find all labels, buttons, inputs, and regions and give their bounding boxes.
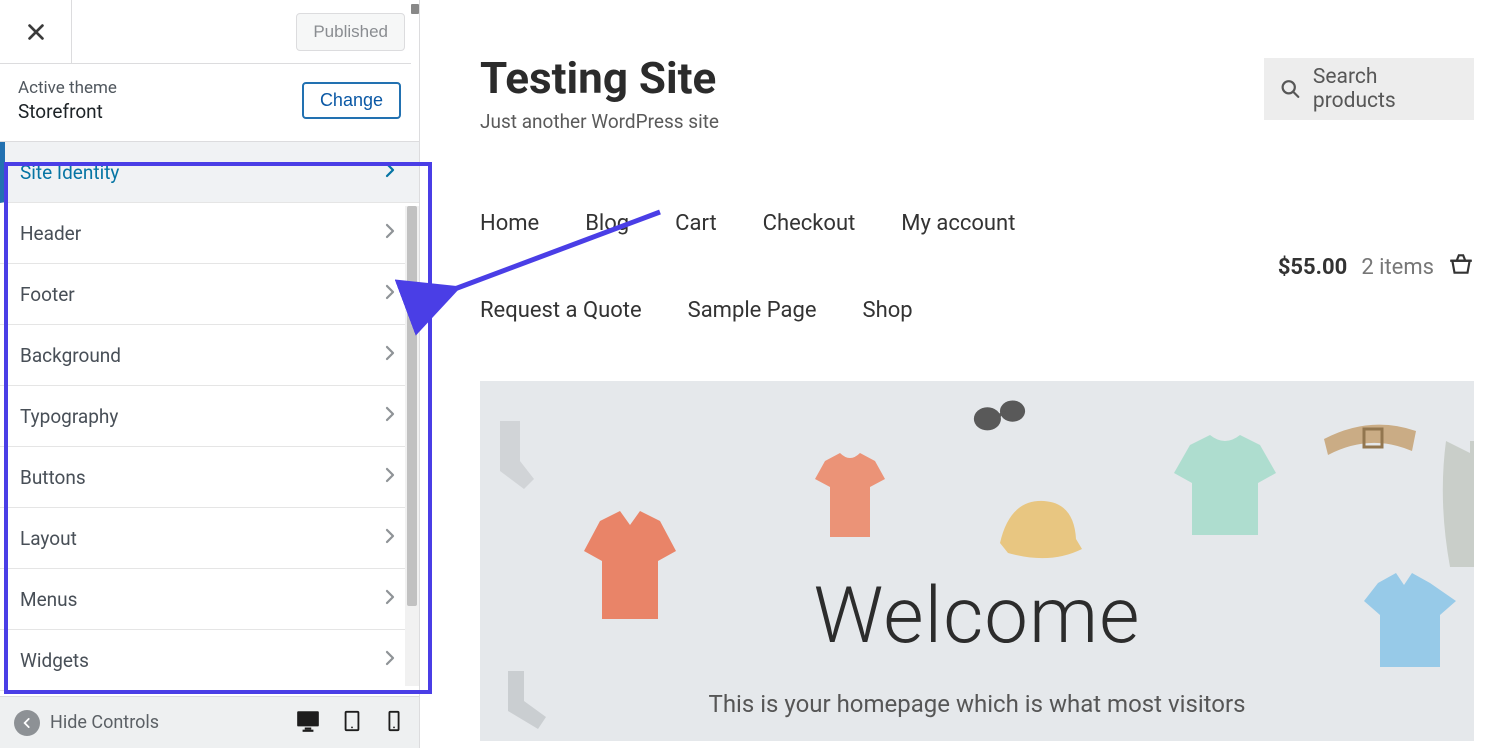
mobile-icon [383, 710, 405, 732]
nav-shop[interactable]: Shop [863, 298, 913, 323]
site-title[interactable]: Testing Site [480, 52, 719, 104]
customizer-panel: Published Active theme Storefront Change… [0, 0, 420, 748]
hero: Welcome This is your homepage which is w… [480, 381, 1474, 741]
change-theme-button[interactable]: Change [302, 82, 401, 119]
section-site-identity[interactable]: Site Identity [0, 142, 419, 203]
chevron-right-icon [381, 222, 399, 245]
device-mobile-button[interactable] [383, 710, 405, 736]
section-label: Background [20, 344, 121, 367]
sock-icon [490, 671, 550, 731]
vest-icon [1440, 441, 1474, 571]
sunglasses-icon [970, 389, 1028, 439]
collapse-icon [14, 710, 40, 736]
tablet-icon [341, 710, 363, 732]
scrollbar[interactable] [405, 206, 419, 686]
hero-subtext-1: This is your homepage which is what most… [480, 686, 1474, 722]
search-placeholder: Search products [1313, 65, 1458, 113]
nav-checkout[interactable]: Checkout [763, 211, 856, 236]
theme-row: Active theme Storefront Change [0, 64, 419, 142]
section-label: Layout [20, 527, 77, 550]
chevron-right-icon [381, 344, 399, 367]
close-icon [25, 21, 47, 43]
nav-row: Home Blog Cart Checkout My account Request a … [480, 211, 1474, 323]
chevron-right-icon [381, 527, 399, 550]
hide-controls-button[interactable]: Hide Controls [14, 710, 159, 736]
tshirt-icon [810, 451, 890, 541]
chevron-right-icon [381, 405, 399, 428]
section-label: Header [20, 222, 81, 245]
cap-icon [990, 491, 1086, 571]
site-tagline: Just another WordPress site [480, 110, 719, 133]
sweater-icon [1170, 431, 1280, 541]
section-label: Buttons [20, 466, 86, 489]
chevron-right-icon [381, 161, 399, 184]
site-preview: Testing Site Just another WordPress site… [420, 0, 1500, 748]
chevron-right-icon [381, 466, 399, 489]
section-widgets[interactable]: Widgets [0, 630, 419, 691]
chevron-right-icon [381, 588, 399, 611]
customizer-footer: Hide Controls [0, 696, 419, 748]
section-header[interactable]: Header [0, 203, 419, 264]
section-label: Site Identity [20, 161, 119, 184]
section-label: Widgets [20, 649, 89, 672]
customizer-top-bar: Published [0, 0, 419, 64]
section-layout[interactable]: Layout [0, 508, 419, 569]
belt-icon [1320, 411, 1420, 471]
section-background[interactable]: Background [0, 325, 419, 386]
close-button[interactable] [0, 0, 72, 63]
site-header: Testing Site Just another WordPress site… [480, 52, 1474, 133]
section-buttons[interactable]: Buttons [0, 447, 419, 508]
section-menus[interactable]: Menus [0, 569, 419, 630]
nav-sample-page[interactable]: Sample Page [688, 298, 817, 323]
section-label: Menus [20, 588, 77, 611]
nav-request-a-quote[interactable]: Request a Quote [480, 298, 642, 323]
customizer-sections: Site Identity Header Footer Background Typog… [0, 142, 419, 696]
publish-status-button[interactable]: Published [296, 13, 405, 51]
section-typography[interactable]: Typography [0, 386, 419, 447]
chevron-right-icon [381, 283, 399, 306]
device-desktop-button[interactable] [295, 708, 321, 738]
section-label: Footer [20, 283, 75, 306]
primary-nav: Home Blog Cart Checkout My account Request a … [480, 211, 1080, 323]
nav-home[interactable]: Home [480, 211, 539, 236]
chevron-right-icon [381, 649, 399, 672]
nav-blog[interactable]: Blog [585, 211, 629, 236]
search-input[interactable]: Search products [1264, 58, 1474, 120]
active-theme-label: Active theme [18, 78, 117, 98]
basket-icon [1448, 251, 1474, 283]
desktop-icon [295, 708, 321, 734]
nav-cart[interactable]: Cart [675, 211, 716, 236]
device-tablet-button[interactable] [341, 710, 363, 736]
sock-icon [480, 421, 536, 491]
section-label: Typography [20, 405, 118, 428]
jacket-icon [580, 511, 680, 621]
section-footer[interactable]: Footer [0, 264, 419, 325]
search-icon [1280, 78, 1301, 100]
theme-name: Storefront [18, 100, 117, 123]
polo-icon [1360, 571, 1460, 671]
cart-total: $55.00 [1278, 255, 1348, 280]
cart-count: 2 items [1361, 255, 1434, 280]
nav-my-account[interactable]: My account [901, 211, 1015, 236]
hide-controls-label: Hide Controls [50, 712, 159, 733]
device-switcher [295, 708, 405, 738]
cart-summary[interactable]: $55.00 2 items [1278, 251, 1474, 283]
